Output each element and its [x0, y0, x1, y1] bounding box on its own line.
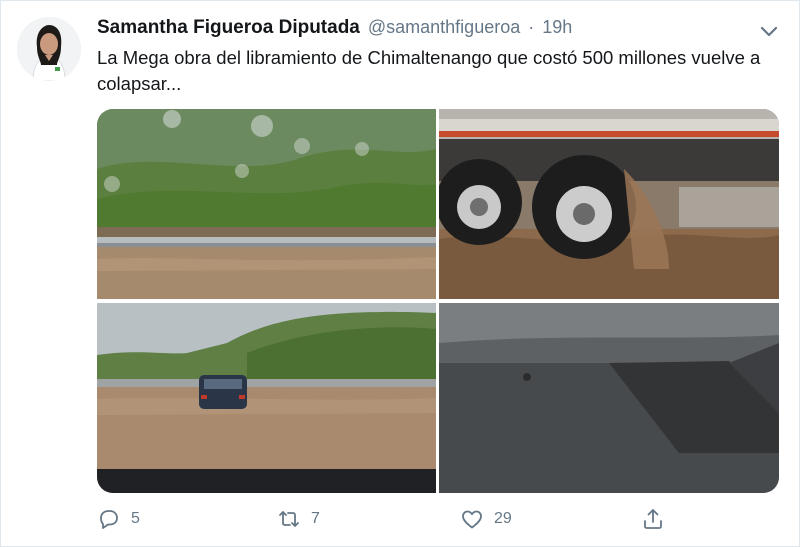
retweet-count: 7 [311, 510, 320, 527]
like-button[interactable]: 29 [460, 507, 512, 531]
reply-button[interactable]: 5 [97, 507, 140, 531]
retweet-icon [279, 511, 299, 527]
chevron-down-icon[interactable] [757, 19, 781, 43]
user-handle[interactable]: @samanthfigueroa [368, 17, 520, 38]
timestamp[interactable]: 19h [542, 17, 572, 38]
photo-car-on-flooded-road[interactable] [97, 303, 436, 493]
avatar[interactable] [17, 17, 81, 81]
tweet-header: Samantha Figueroa Diputada @samanthfigue… [97, 17, 737, 43]
tweet-text: La Mega obra del libramiento de Chimalte… [97, 47, 761, 94]
heart-icon [462, 510, 482, 529]
tweet-actions: 5 7 29 [97, 507, 697, 535]
like-count: 29 [494, 510, 512, 527]
avatar-image [17, 17, 81, 81]
separator-dot: · [528, 17, 535, 37]
tweet-card: Samantha Figueroa Diputada @samanthfigue… [0, 0, 800, 547]
reply-icon [100, 510, 118, 529]
photo-truck-wheels-in-mud[interactable] [439, 109, 779, 299]
photo-car-dashboard[interactable] [439, 303, 779, 493]
media-grid [97, 109, 779, 493]
share-button[interactable] [641, 507, 665, 531]
reply-count: 5 [131, 510, 140, 527]
display-name[interactable]: Samantha Figueroa Diputada [97, 17, 360, 39]
retweet-button[interactable]: 7 [277, 507, 320, 531]
share-icon [644, 509, 662, 529]
photo-flooded-highway[interactable] [97, 109, 436, 299]
